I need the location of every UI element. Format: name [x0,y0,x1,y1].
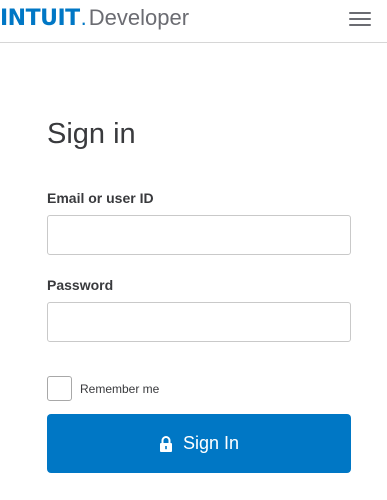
email-label: Email or user ID [47,190,154,206]
page-title: Sign in [47,118,136,150]
signin-page: INTUIT. Developer Sign in Email or user I… [0,0,387,500]
email-field[interactable] [47,215,351,255]
logo-brand: INTUIT [0,6,80,31]
password-field[interactable] [47,302,351,342]
hamburger-menu-icon[interactable] [347,10,373,30]
lock-icon [159,435,173,453]
password-label: Password [47,277,114,293]
logo-dot: . [80,5,87,30]
remember-me-row: Remember me [47,376,159,401]
remember-me-checkbox[interactable] [47,376,72,401]
top-bar: INTUIT. Developer [0,0,387,43]
menu-line [349,24,371,26]
menu-line [349,18,371,20]
remember-me-label[interactable]: Remember me [80,382,159,396]
sign-in-button-label: Sign In [182,433,240,453]
intuit-developer-logo[interactable]: INTUIT. Developer [0,5,189,33]
menu-line [349,12,371,14]
sign-in-button[interactable]: Sign In [47,414,351,473]
logo-product: Developer [88,5,190,30]
